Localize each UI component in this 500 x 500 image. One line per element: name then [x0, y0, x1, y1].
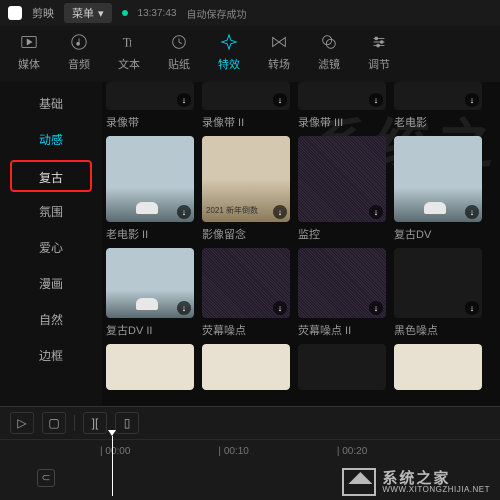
- top-toolbar: 媒体 音频 TI 文本 贴纸 特效 转场 滤镜 调节: [0, 26, 500, 82]
- sidebar-item-dynamic[interactable]: 动感: [10, 124, 92, 156]
- watermark-logo-icon: [342, 468, 376, 496]
- effect-item[interactable]: [202, 344, 290, 390]
- download-icon[interactable]: [273, 301, 287, 315]
- effect-grid: 录像带 录像带 II 录像带 III 老电影 老电影 II 2021 新年倒数影…: [102, 82, 500, 406]
- save-status: 自动保存成功: [186, 6, 246, 21]
- download-icon[interactable]: [177, 93, 191, 107]
- lane-lock-button[interactable]: ⊂: [37, 469, 55, 487]
- download-icon[interactable]: [465, 301, 479, 315]
- tab-sticker[interactable]: 贴纸: [154, 32, 204, 82]
- download-icon[interactable]: [465, 93, 479, 107]
- tab-effect[interactable]: 特效: [204, 32, 254, 82]
- sidebar-item-retro[interactable]: 复古: [10, 160, 92, 192]
- venn-icon: [319, 32, 339, 52]
- pointer-tool[interactable]: ▷: [10, 412, 34, 434]
- save-status-icon: [122, 10, 128, 16]
- download-icon[interactable]: [273, 205, 287, 219]
- app-logo-icon: [8, 6, 22, 20]
- tool-button[interactable]: ▢: [42, 412, 66, 434]
- music-note-icon: [69, 32, 89, 52]
- tab-adjust[interactable]: 调节: [354, 32, 404, 82]
- download-icon[interactable]: [177, 301, 191, 315]
- effect-item[interactable]: [106, 344, 194, 390]
- download-icon[interactable]: [369, 205, 383, 219]
- sidebar-item-border[interactable]: 边框: [10, 340, 92, 372]
- sidebar-item-nature[interactable]: 自然: [10, 304, 92, 336]
- effect-item[interactable]: 荧幕噪点 II: [298, 248, 386, 338]
- tab-audio[interactable]: 音频: [54, 32, 104, 82]
- sidebar-item-heart[interactable]: 爱心: [10, 232, 92, 264]
- effect-item[interactable]: 复古DV: [394, 136, 482, 242]
- effect-item[interactable]: 荧幕噪点: [202, 248, 290, 338]
- split-tool[interactable]: ]​[: [83, 412, 107, 434]
- download-icon[interactable]: [465, 205, 479, 219]
- tab-filter[interactable]: 滤镜: [304, 32, 354, 82]
- sidebar-item-ambience[interactable]: 氛围: [10, 196, 92, 228]
- effect-item[interactable]: 录像带 II: [202, 82, 290, 130]
- effect-item[interactable]: 黑色噪点: [394, 248, 482, 338]
- effect-item[interactable]: 录像带 III: [298, 82, 386, 130]
- clock-icon: [169, 32, 189, 52]
- effect-item[interactable]: 老电影 II: [106, 136, 194, 242]
- sparkle-icon: [219, 32, 239, 52]
- tab-media[interactable]: 媒体: [4, 32, 54, 82]
- effect-item[interactable]: [298, 344, 386, 390]
- effect-item[interactable]: 录像带: [106, 82, 194, 130]
- save-time: 13:37:43: [138, 8, 177, 19]
- effect-item[interactable]: 老电影: [394, 82, 482, 130]
- delete-tool[interactable]: ▯: [115, 412, 139, 434]
- category-sidebar: 基础 动感 复古 氛围 爱心 漫画 自然 边框: [0, 82, 102, 406]
- sliders-icon: [369, 32, 389, 52]
- download-icon[interactable]: [369, 301, 383, 315]
- time-ruler[interactable]: | 00:00 | 00:10 | 00:20: [0, 439, 500, 463]
- download-icon[interactable]: [177, 205, 191, 219]
- svg-text:I: I: [129, 39, 132, 49]
- effect-item[interactable]: [394, 344, 482, 390]
- watermark: 系统之家 WWW.XITONGZHIJIA.NET: [342, 468, 490, 496]
- app-name: 剪映: [32, 5, 54, 21]
- timeline-tools: ▷ ▢ ]​[ ▯: [0, 407, 500, 439]
- menu-dropdown[interactable]: 菜单▾: [64, 3, 112, 23]
- bowtie-icon: [269, 32, 289, 52]
- sidebar-item-basic[interactable]: 基础: [10, 88, 92, 120]
- sidebar-item-comic[interactable]: 漫画: [10, 268, 92, 300]
- text-t-icon: TI: [119, 32, 139, 52]
- play-rect-icon: [19, 32, 39, 52]
- tab-transition[interactable]: 转场: [254, 32, 304, 82]
- effect-item[interactable]: 2021 新年倒数影像留念: [202, 136, 290, 242]
- download-icon[interactable]: [273, 93, 287, 107]
- playhead[interactable]: [112, 436, 113, 496]
- effect-item[interactable]: 监控: [298, 136, 386, 242]
- titlebar: 剪映 菜单▾ 13:37:43 自动保存成功: [0, 0, 500, 26]
- effect-item[interactable]: 复古DV II: [106, 248, 194, 338]
- tab-text[interactable]: TI 文本: [104, 32, 154, 82]
- download-icon[interactable]: [369, 93, 383, 107]
